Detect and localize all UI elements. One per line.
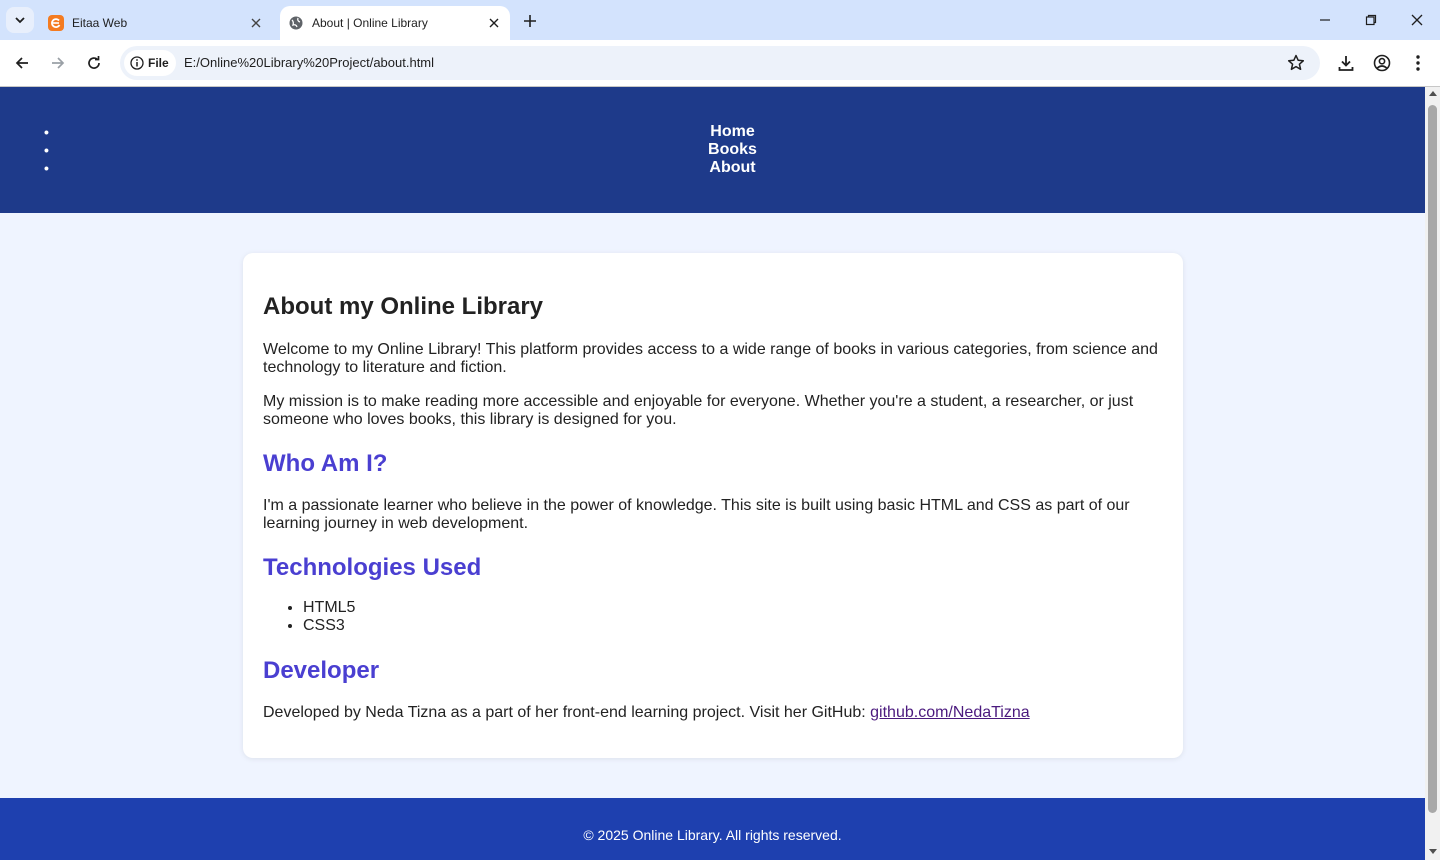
minimize-icon bbox=[1320, 19, 1330, 21]
footer-copyright: © 2025 Online Library. All rights reserv… bbox=[583, 827, 842, 843]
intro-paragraph: Welcome to my Online Library! This platf… bbox=[263, 341, 1158, 376]
restore-icon bbox=[1365, 14, 1377, 26]
developer-text: Developed by Neda Tizna as a part of her… bbox=[263, 704, 871, 721]
bookmark-star-icon[interactable] bbox=[1286, 53, 1306, 73]
forward-button[interactable] bbox=[44, 49, 72, 77]
tab-about[interactable]: About | Online Library bbox=[280, 6, 510, 40]
list-item: CSS3 bbox=[303, 617, 355, 635]
site-info-chip[interactable]: File bbox=[124, 50, 176, 76]
download-icon bbox=[1338, 56, 1354, 71]
reload-icon bbox=[88, 56, 100, 69]
new-tab-button[interactable] bbox=[518, 9, 542, 33]
nav-list: •Home •Books •About bbox=[40, 123, 1425, 177]
site-header: •Home •Books •About bbox=[0, 87, 1425, 213]
page-viewport: •Home •Books •About About my Online Libr… bbox=[0, 87, 1425, 860]
site-footer: © 2025 Online Library. All rights reserv… bbox=[0, 798, 1425, 860]
tab-title: Eitaa Web bbox=[72, 16, 128, 30]
nav-item-home: •Home bbox=[40, 123, 1425, 141]
reload-button[interactable] bbox=[80, 49, 108, 77]
menu-button[interactable] bbox=[1406, 51, 1430, 75]
developer-paragraph: Developed by Neda Tizna as a part of her… bbox=[263, 704, 1168, 722]
github-link[interactable]: github.com/NedaTizna bbox=[870, 704, 1030, 721]
bullet-icon: • bbox=[44, 142, 49, 158]
nav-link-about[interactable]: About bbox=[40, 159, 1425, 177]
nav-item-about: •About bbox=[40, 159, 1425, 177]
eitaa-favicon-icon bbox=[48, 15, 64, 31]
url-text[interactable]: E:/Online%20Library%20Project/about.html bbox=[184, 55, 434, 70]
close-icon bbox=[1411, 14, 1423, 26]
scroll-thumb[interactable] bbox=[1428, 105, 1437, 813]
browser-toolbar: File E:/Online%20Library%20Project/about… bbox=[0, 40, 1440, 86]
technologies-list: HTML5 CSS3 bbox=[303, 599, 355, 635]
bullet-icon: • bbox=[44, 160, 49, 176]
page-title: About my Online Library bbox=[263, 293, 544, 320]
arrow-right-icon bbox=[52, 57, 65, 69]
who-am-i-heading: Who Am I? bbox=[263, 450, 388, 477]
list-item: HTML5 bbox=[303, 599, 355, 617]
profile-button[interactable] bbox=[1370, 51, 1394, 75]
chevron-down-icon bbox=[15, 17, 25, 24]
close-tab-icon[interactable] bbox=[246, 13, 266, 33]
nav-link-books[interactable]: Books bbox=[40, 141, 1425, 159]
browser-tab-strip: Eitaa Web About | Online Library bbox=[0, 0, 1440, 40]
plus-icon bbox=[524, 15, 536, 27]
nav-link-home[interactable]: Home bbox=[40, 123, 1425, 141]
downloads-button[interactable] bbox=[1334, 51, 1358, 75]
close-tab-icon[interactable] bbox=[484, 13, 504, 33]
scroll-down-arrow-icon[interactable] bbox=[1429, 849, 1437, 854]
address-bar[interactable]: File E:/Online%20Library%20Project/about… bbox=[120, 46, 1320, 80]
page-scrollbar[interactable] bbox=[1425, 87, 1440, 860]
back-button[interactable] bbox=[8, 49, 36, 77]
about-card: About my Online Library Welcome to my On… bbox=[243, 253, 1183, 758]
site-chip-label: File bbox=[148, 56, 169, 70]
close-window-button[interactable] bbox=[1394, 0, 1440, 40]
account-circle-icon bbox=[1373, 54, 1391, 72]
info-icon bbox=[130, 56, 144, 70]
nav-item-books: •Books bbox=[40, 141, 1425, 159]
mission-paragraph: My mission is to make reading more acces… bbox=[263, 393, 1134, 428]
technologies-heading: Technologies Used bbox=[263, 554, 482, 581]
scroll-up-arrow-icon[interactable] bbox=[1429, 91, 1437, 96]
tab-eitaa[interactable]: Eitaa Web bbox=[40, 6, 272, 40]
globe-icon bbox=[289, 16, 303, 30]
tab-title: About | Online Library bbox=[312, 16, 428, 30]
restore-button[interactable] bbox=[1348, 0, 1394, 40]
bullet-icon: • bbox=[44, 124, 49, 140]
who-am-i-paragraph: I'm a passionate learner who believe in … bbox=[263, 497, 1130, 532]
developer-heading: Developer bbox=[263, 657, 380, 684]
tab-search-button[interactable] bbox=[6, 7, 34, 33]
arrow-left-icon bbox=[15, 57, 28, 69]
more-vert-icon bbox=[1416, 55, 1420, 71]
minimize-button[interactable] bbox=[1302, 0, 1348, 40]
